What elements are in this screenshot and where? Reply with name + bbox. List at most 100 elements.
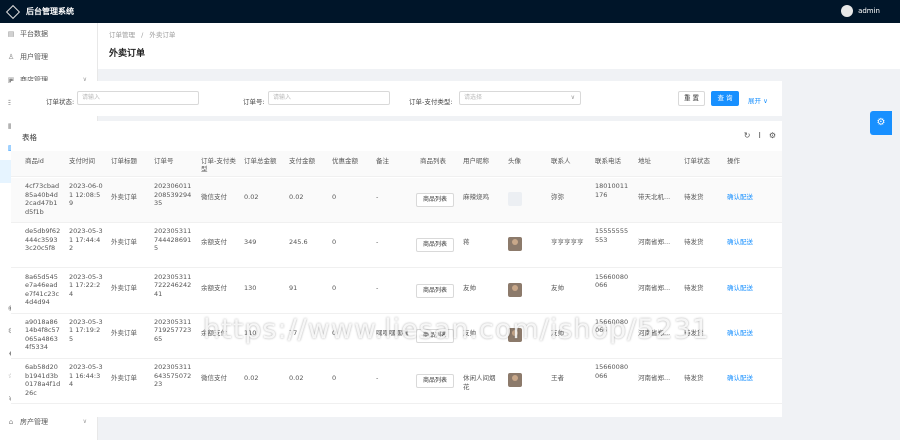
- table-cell: 2023053117444286915: [154, 227, 192, 253]
- table-cell: 0: [332, 374, 337, 383]
- table-cell: 0.02: [244, 193, 259, 201]
- table-row: 8a65d545e7a46eade7f41c23c4d4d94 2023-05-3…: [11, 269, 782, 314]
- watermark-text: https://www.liesan.com/ishop/5231: [203, 314, 710, 345]
- confirm-delivery-link[interactable]: 确认配送: [727, 374, 767, 383]
- column-header: 订单状态: [684, 157, 710, 165]
- table-cell: 带天北机...: [638, 193, 671, 201]
- table-cell: 91: [289, 283, 298, 292]
- top-bar: 后台管理系统 admin: [0, 0, 900, 23]
- table-cell: de5db9f62444c35933c20c5f8: [25, 227, 61, 253]
- breadcrumb-separator: /: [141, 31, 144, 39]
- table-cell: 外卖订单: [111, 283, 137, 292]
- expand-link[interactable]: 展开 ∨: [748, 95, 768, 105]
- page-title: 外卖订单: [109, 49, 146, 59]
- confirm-delivery-link[interactable]: 确认配送: [727, 329, 767, 338]
- column-header: 联系人: [551, 157, 571, 165]
- breadcrumb-current: 外卖订单: [149, 31, 176, 39]
- status-input[interactable]: 请输入: [77, 91, 199, 105]
- table-cell: 130: [244, 283, 257, 292]
- user-menu[interactable]: admin: [841, 5, 880, 17]
- table-cell: 外卖订单: [111, 328, 137, 337]
- confirm-delivery-link[interactable]: 确认配送: [727, 238, 767, 247]
- avatar: [508, 237, 522, 252]
- refresh-icon[interactable]: ↻: [744, 131, 751, 140]
- column-header: 订单号: [154, 157, 174, 165]
- table-cell: -: [376, 374, 379, 383]
- table-cell: 外卖订单: [111, 374, 137, 383]
- username: admin: [858, 7, 880, 15]
- table-toolbar: ↻ Ι ⚙: [744, 131, 776, 140]
- logo[interactable]: 后台管理系统: [0, 0, 100, 23]
- table-cell: 微信支付: [201, 374, 227, 383]
- table-cell: 20230531172224624241: [154, 272, 192, 298]
- table-cell: a9018a8614b4f8c57065a48634f5334: [25, 317, 60, 352]
- orderno-label: 订单号:: [243, 98, 265, 106]
- user-icon: ♙: [7, 53, 15, 62]
- reset-button[interactable]: 重 置: [678, 91, 705, 106]
- confirm-delivery-link[interactable]: 确认配送: [727, 284, 767, 293]
- column-header: 联系电话: [595, 157, 621, 165]
- column-header: 地址: [638, 157, 651, 165]
- table-cell: 外卖订单: [111, 238, 137, 247]
- avatar: [508, 282, 522, 297]
- sidebar-item-label: 平台数据: [20, 30, 48, 39]
- query-button[interactable]: 查 询: [711, 91, 739, 106]
- table-cell: 蒋: [463, 238, 470, 247]
- table-cell: 2023-05-31 17:44:42: [69, 227, 103, 253]
- table-cell: 15660080066: [595, 272, 629, 290]
- goods-list-button[interactable]: 商品列表: [416, 193, 454, 207]
- table-cell: 20230531171925772365: [154, 317, 192, 343]
- house-icon: ⌂: [8, 417, 14, 426]
- settings-icon[interactable]: ⚙: [769, 131, 776, 140]
- table-cell: 弥弥: [551, 193, 564, 201]
- table-cell: 外卖订单: [111, 193, 137, 201]
- table-cell: 余额支付: [201, 238, 227, 247]
- chevron-down-icon: ∨: [570, 94, 575, 101]
- goods-list-button[interactable]: 商品列表: [416, 374, 454, 389]
- table-cell: 15660080066: [595, 363, 629, 380]
- column-header: 订单总金额: [244, 157, 277, 165]
- table-cell: 4cf73cbad85a40b4d2cad47b1d5f1b: [25, 182, 60, 216]
- paytype-label: 订单-支付类型:: [409, 98, 453, 106]
- goods-list-button[interactable]: 商品列表: [416, 238, 454, 253]
- table-cell: 245.6: [289, 238, 308, 247]
- paytype-select[interactable]: 请选择 ∨: [459, 91, 581, 105]
- gear-icon[interactable]: ⚙: [870, 111, 892, 135]
- table-cell: 20230601120853929435: [154, 182, 192, 207]
- table-cell: 2023-06-01 12:08:59: [69, 182, 103, 207]
- sidebar-item[interactable]: ▤ 平台数据: [0, 23, 97, 46]
- table-cell: 8a65d545e7a46eade7f41c23c4d4d94: [25, 272, 60, 307]
- table-row: 6ab58d20b1941d3b0178a4f1d26c 2023-05-31 1…: [11, 359, 782, 405]
- table-cell: -: [376, 238, 379, 247]
- column-header: 商品列表: [420, 157, 446, 165]
- table-cell: 友帅: [463, 283, 476, 292]
- table-cell: 麻辣烧鸡: [463, 193, 489, 201]
- avatar: [508, 192, 522, 206]
- breadcrumb-parent[interactable]: 订单管理: [109, 31, 135, 39]
- table-cell: 0.02: [244, 374, 259, 383]
- table-cell: 0: [332, 238, 337, 247]
- table-cell: 0.02: [289, 374, 304, 383]
- table-cell: 2023-05-31 17:22:24: [69, 272, 103, 298]
- density-icon[interactable]: Ι: [758, 131, 760, 140]
- page-header: 订单管理 / 外卖订单 外卖订单: [98, 23, 900, 69]
- logo-icon: [5, 4, 21, 19]
- column-header: 支付时间: [69, 157, 95, 165]
- orderno-input[interactable]: 请输入: [268, 91, 390, 105]
- table-cell: 15555555553: [595, 227, 629, 244]
- column-header: 用户昵称: [463, 157, 489, 165]
- column-header: 支付金额: [289, 157, 315, 165]
- table-cell: 2023-05-31 16:44:34: [69, 363, 103, 389]
- table-cell: 河南省郑...: [638, 238, 671, 247]
- table-cell: 待发货: [684, 193, 704, 201]
- column-header: 备注: [376, 157, 389, 165]
- table-cell: 亨亨亨亨亨: [551, 238, 584, 247]
- confirm-delivery-link[interactable]: 确认配送: [727, 193, 767, 202]
- table-cell: 友帅: [551, 283, 564, 292]
- table-caption: 表格: [22, 133, 37, 142]
- chevron-down-icon: ∨: [82, 417, 87, 425]
- status-label: 订单状态:: [46, 98, 75, 106]
- goods-list-button[interactable]: 商品列表: [416, 283, 454, 298]
- table-cell: 2023-05-31 17:19:25: [69, 317, 103, 343]
- sidebar-item[interactable]: ♙ 用户管理: [0, 46, 97, 69]
